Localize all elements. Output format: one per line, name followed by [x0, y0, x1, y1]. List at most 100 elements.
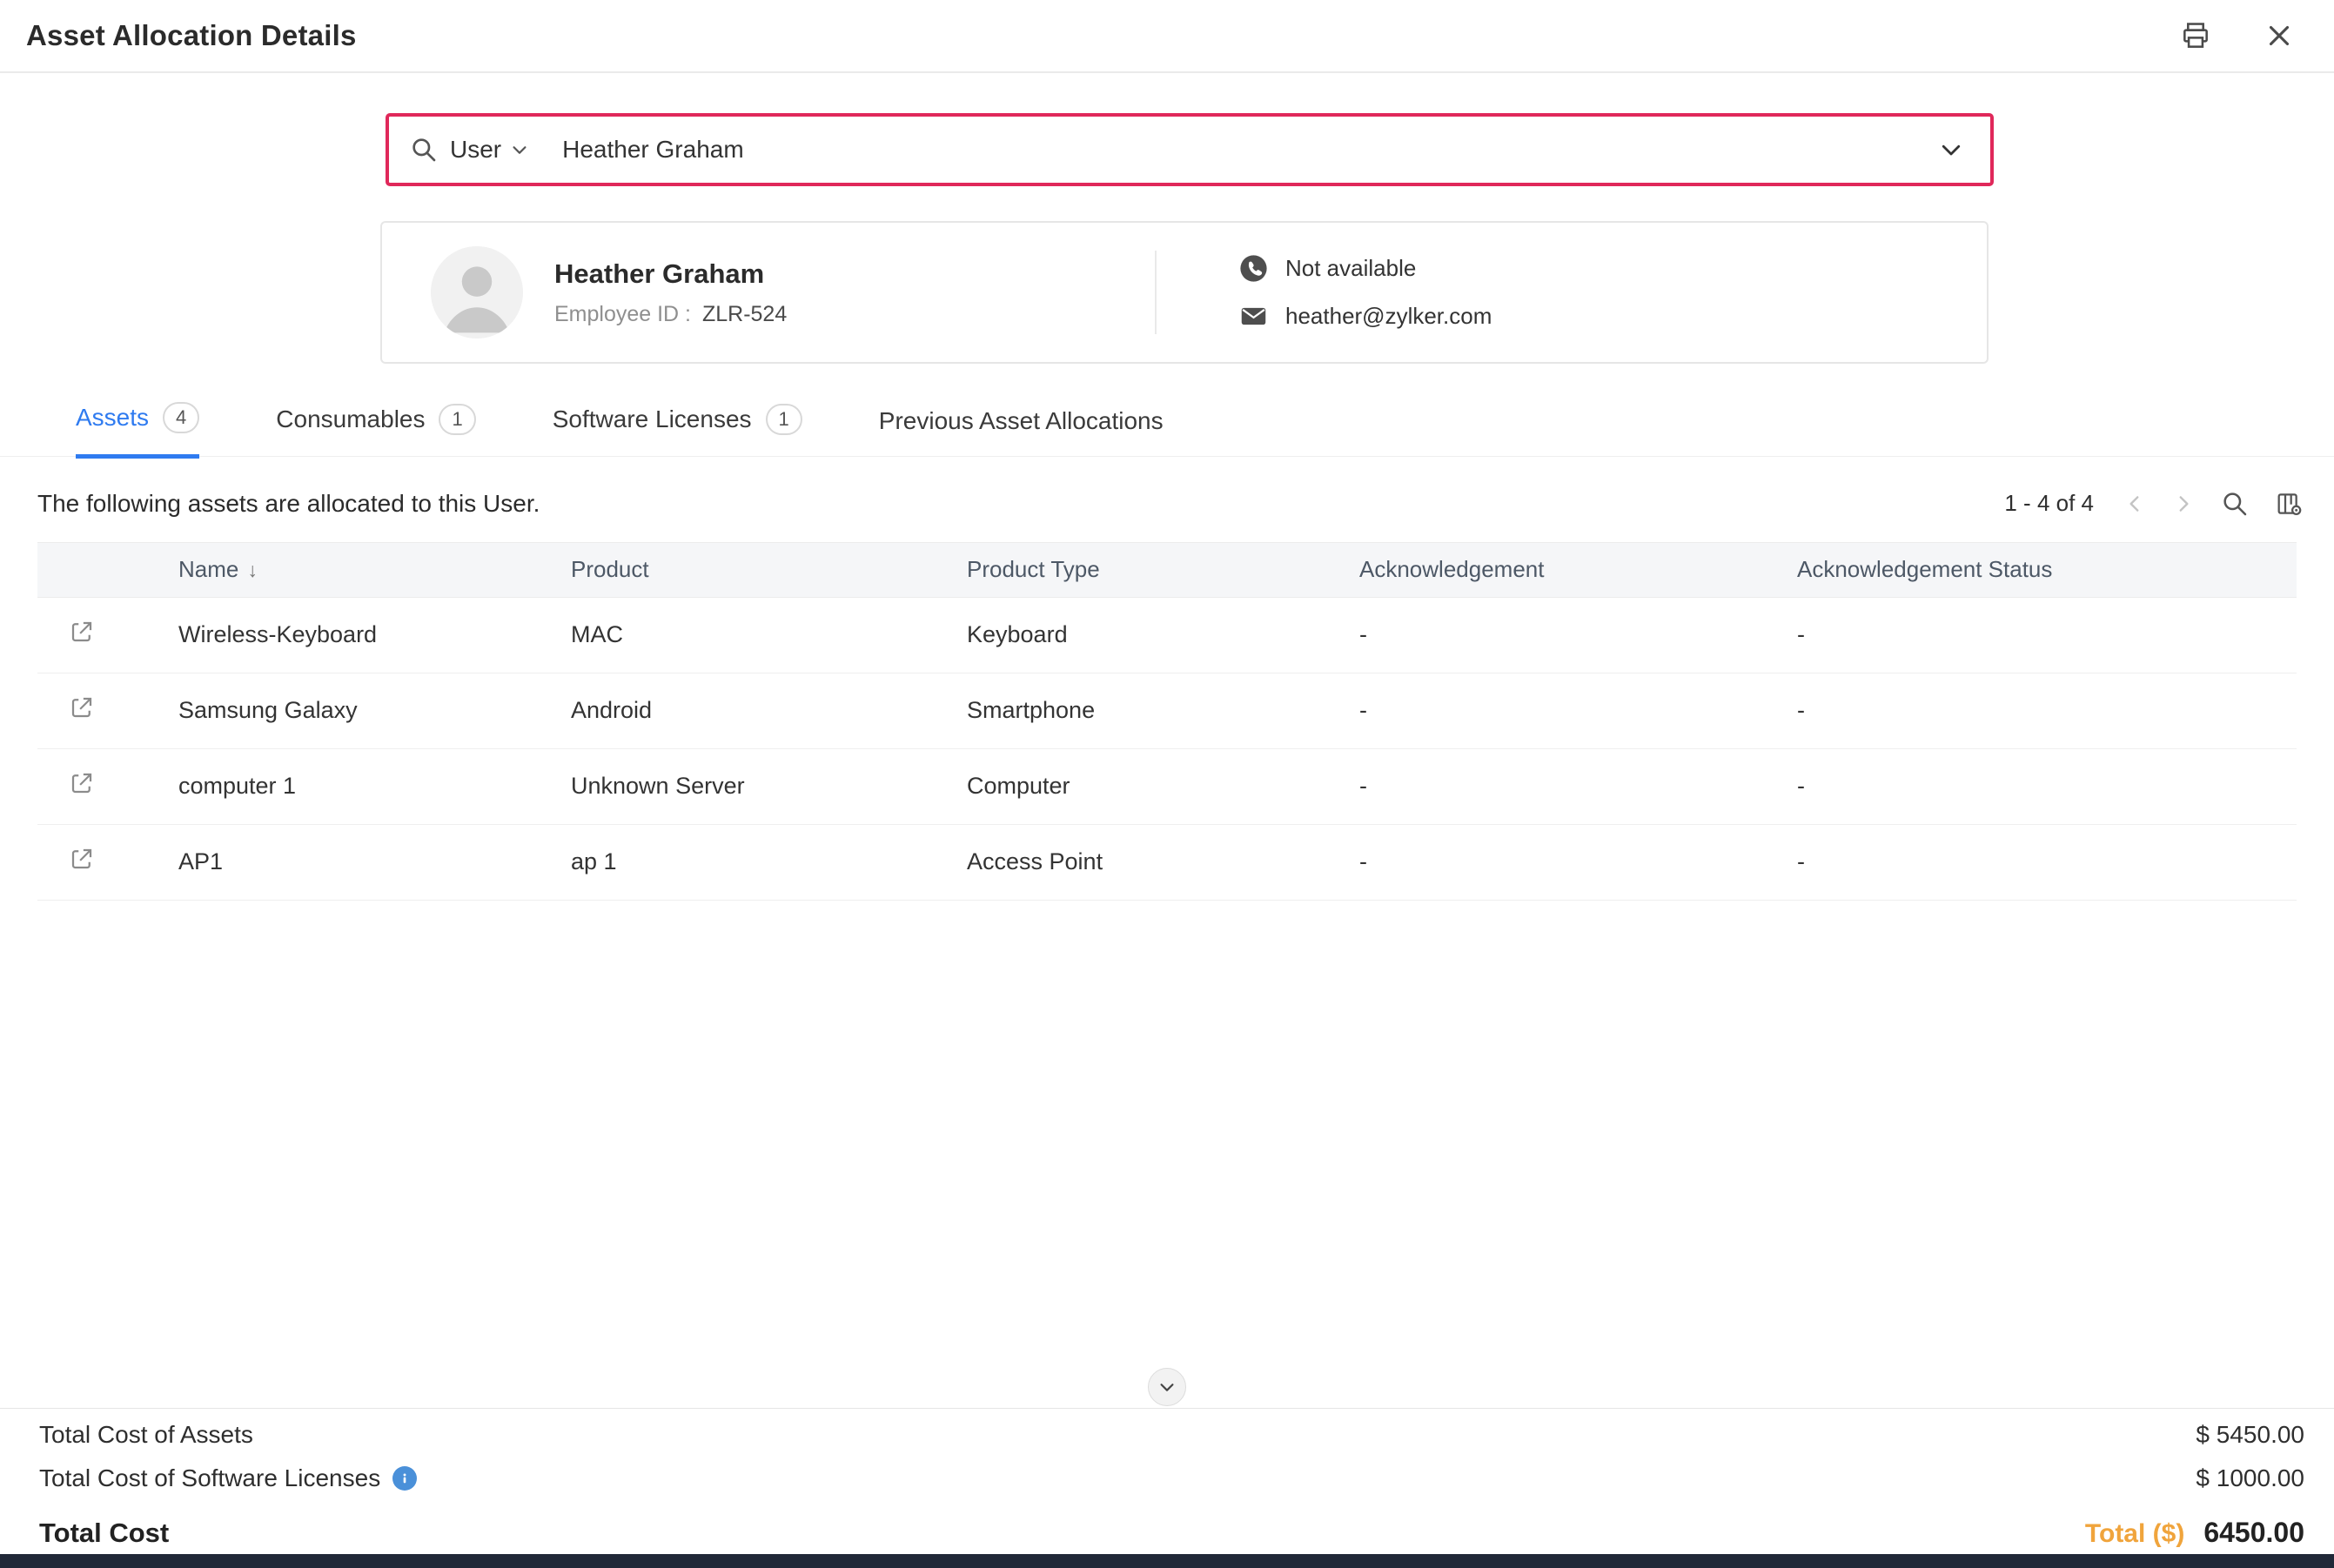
expand-chevron-icon[interactable]: [1148, 1368, 1186, 1406]
asset-acknowledgement-status: -: [1797, 621, 2297, 648]
asset-product-type: Computer: [967, 773, 1359, 800]
external-link-icon[interactable]: [69, 846, 95, 872]
table-header-row: Name ↓ Product Product Type Acknowledgeme…: [37, 542, 2297, 598]
table-row: Samsung Galaxy Android Smartphone - -: [37, 673, 2297, 749]
total-cost-label: Total Cost: [39, 1518, 169, 1549]
tab-consumables[interactable]: Consumables 1: [276, 404, 475, 456]
card-divider: [1155, 251, 1157, 334]
assets-cost-value: $ 5450.00: [2196, 1421, 2304, 1449]
assets-cost-label: Total Cost of Assets: [39, 1421, 253, 1449]
info-icon[interactable]: [392, 1466, 417, 1491]
licenses-cost-row: Total Cost of Software Licenses $ 1000.0…: [39, 1464, 2304, 1492]
tab-label: Assets: [76, 404, 149, 432]
email-row: heather@zylker.com: [1239, 302, 1492, 331]
footer-strip: [0, 1554, 2334, 1568]
header-actions: [2179, 19, 2296, 52]
asset-product: Android: [571, 697, 967, 724]
chevron-right-icon[interactable]: [2172, 493, 2195, 515]
asset-product-type: Keyboard: [967, 621, 1359, 648]
column-header-acknowledgement-status[interactable]: Acknowledgement Status: [1797, 556, 2297, 583]
user-search-section: User Heather Graham: [386, 113, 1994, 186]
column-label: Name: [178, 556, 238, 582]
dialog-header: Asset Allocation Details: [0, 0, 2334, 73]
list-controls: 1 - 4 of 4: [2004, 490, 2303, 518]
employee-id: Employee ID : ZLR-524: [554, 302, 1155, 327]
phone-value: Not available: [1285, 255, 1416, 282]
tab-assets[interactable]: Assets 4: [76, 402, 199, 459]
asset-name: Wireless-Keyboard: [178, 621, 571, 648]
mail-icon: [1239, 302, 1268, 331]
asset-acknowledgement: -: [1359, 848, 1797, 875]
asset-name: Samsung Galaxy: [178, 697, 571, 724]
user-details-card: Heather Graham Employee ID : ZLR-524 Not…: [380, 221, 1989, 364]
column-chooser-icon[interactable]: [2275, 490, 2303, 518]
chevron-down-icon[interactable]: [510, 140, 529, 159]
external-link-icon[interactable]: [69, 770, 95, 796]
tab-previous-asset-allocations[interactable]: Previous Asset Allocations: [879, 407, 1164, 456]
licenses-cost-value: $ 1000.00: [2196, 1464, 2304, 1492]
total-currency-label: Total ($): [2085, 1519, 2184, 1549]
page-title: Asset Allocation Details: [26, 19, 357, 52]
column-header-product-type[interactable]: Product Type: [967, 556, 1359, 583]
user-meta: Heather Graham Employee ID : ZLR-524: [554, 258, 1155, 327]
asset-name: AP1: [178, 848, 571, 875]
external-link-icon[interactable]: [69, 694, 95, 720]
sort-descending-icon: ↓: [247, 559, 258, 581]
tab-count-badge: 4: [163, 402, 199, 433]
tab-count-badge: 1: [766, 404, 802, 435]
search-icon[interactable]: [2221, 490, 2249, 518]
pagination-text: 1 - 4 of 4: [2004, 490, 2094, 517]
list-description: The following assets are allocated to th…: [37, 490, 540, 518]
asset-allocation-dialog: Asset Allocation Details User: [0, 0, 2334, 1568]
user-name: Heather Graham: [554, 258, 1155, 290]
asset-acknowledgement-status: -: [1797, 697, 2297, 724]
column-header-product[interactable]: Product: [571, 556, 967, 583]
asset-name: computer 1: [178, 773, 571, 800]
user-avatar-icon: [431, 246, 523, 338]
employee-id-value: ZLR-524: [702, 302, 787, 326]
search-icon: [410, 136, 438, 164]
asset-product: MAC: [571, 621, 967, 648]
asset-product-type: Access Point: [967, 848, 1359, 875]
asset-acknowledgement-status: -: [1797, 848, 2297, 875]
total-cost-row: Total Cost Total ($) 6450.00: [39, 1517, 2304, 1549]
table-row: Wireless-Keyboard MAC Keyboard - -: [37, 598, 2297, 673]
search-entity-selector[interactable]: User: [450, 136, 501, 164]
asset-acknowledgement: -: [1359, 697, 1797, 724]
table-row: computer 1 Unknown Server Computer - -: [37, 749, 2297, 825]
chevron-down-icon[interactable]: [1938, 137, 1964, 163]
table-row: AP1 ap 1 Access Point - -: [37, 825, 2297, 901]
employee-id-label: Employee ID :: [554, 302, 691, 326]
tab-bar: Assets 4 Consumables 1 Software Licenses…: [0, 402, 2334, 457]
contact-info: Not available heather@zylker.com: [1239, 254, 1492, 331]
asset-product: ap 1: [571, 848, 967, 875]
total-cost-right: Total ($) 6450.00: [2085, 1517, 2304, 1549]
assets-table: Name ↓ Product Product Type Acknowledgeme…: [37, 542, 2297, 901]
phone-icon: [1239, 254, 1268, 283]
tab-software-licenses[interactable]: Software Licenses 1: [553, 404, 802, 456]
licenses-cost-label: Total Cost of Software Licenses: [39, 1464, 380, 1492]
tab-count-badge: 1: [439, 404, 475, 435]
search-value[interactable]: Heather Graham: [562, 136, 744, 164]
chevron-left-icon[interactable]: [2123, 493, 2146, 515]
close-icon[interactable]: [2263, 19, 2296, 52]
cost-summary: Total Cost of Assets $ 5450.00 Total Cos…: [0, 1408, 2334, 1549]
assets-cost-row: Total Cost of Assets $ 5450.00: [39, 1421, 2304, 1449]
asset-product: Unknown Server: [571, 773, 967, 800]
list-header: The following assets are allocated to th…: [37, 490, 2303, 518]
asset-acknowledgement-status: -: [1797, 773, 2297, 800]
asset-product-type: Smartphone: [967, 697, 1359, 724]
email-value: heather@zylker.com: [1285, 303, 1492, 330]
print-icon[interactable]: [2179, 19, 2212, 52]
tab-label: Consumables: [276, 405, 425, 433]
external-link-icon[interactable]: [69, 619, 95, 645]
total-cost-value: 6450.00: [2203, 1517, 2304, 1549]
column-header-acknowledgement[interactable]: Acknowledgement: [1359, 556, 1797, 583]
user-search-combobox[interactable]: User Heather Graham: [386, 113, 1994, 186]
asset-acknowledgement: -: [1359, 621, 1797, 648]
tab-label: Software Licenses: [553, 405, 752, 433]
asset-acknowledgement: -: [1359, 773, 1797, 800]
column-header-name[interactable]: Name ↓: [178, 556, 571, 583]
tab-label: Previous Asset Allocations: [879, 407, 1164, 435]
phone-row: Not available: [1239, 254, 1492, 283]
